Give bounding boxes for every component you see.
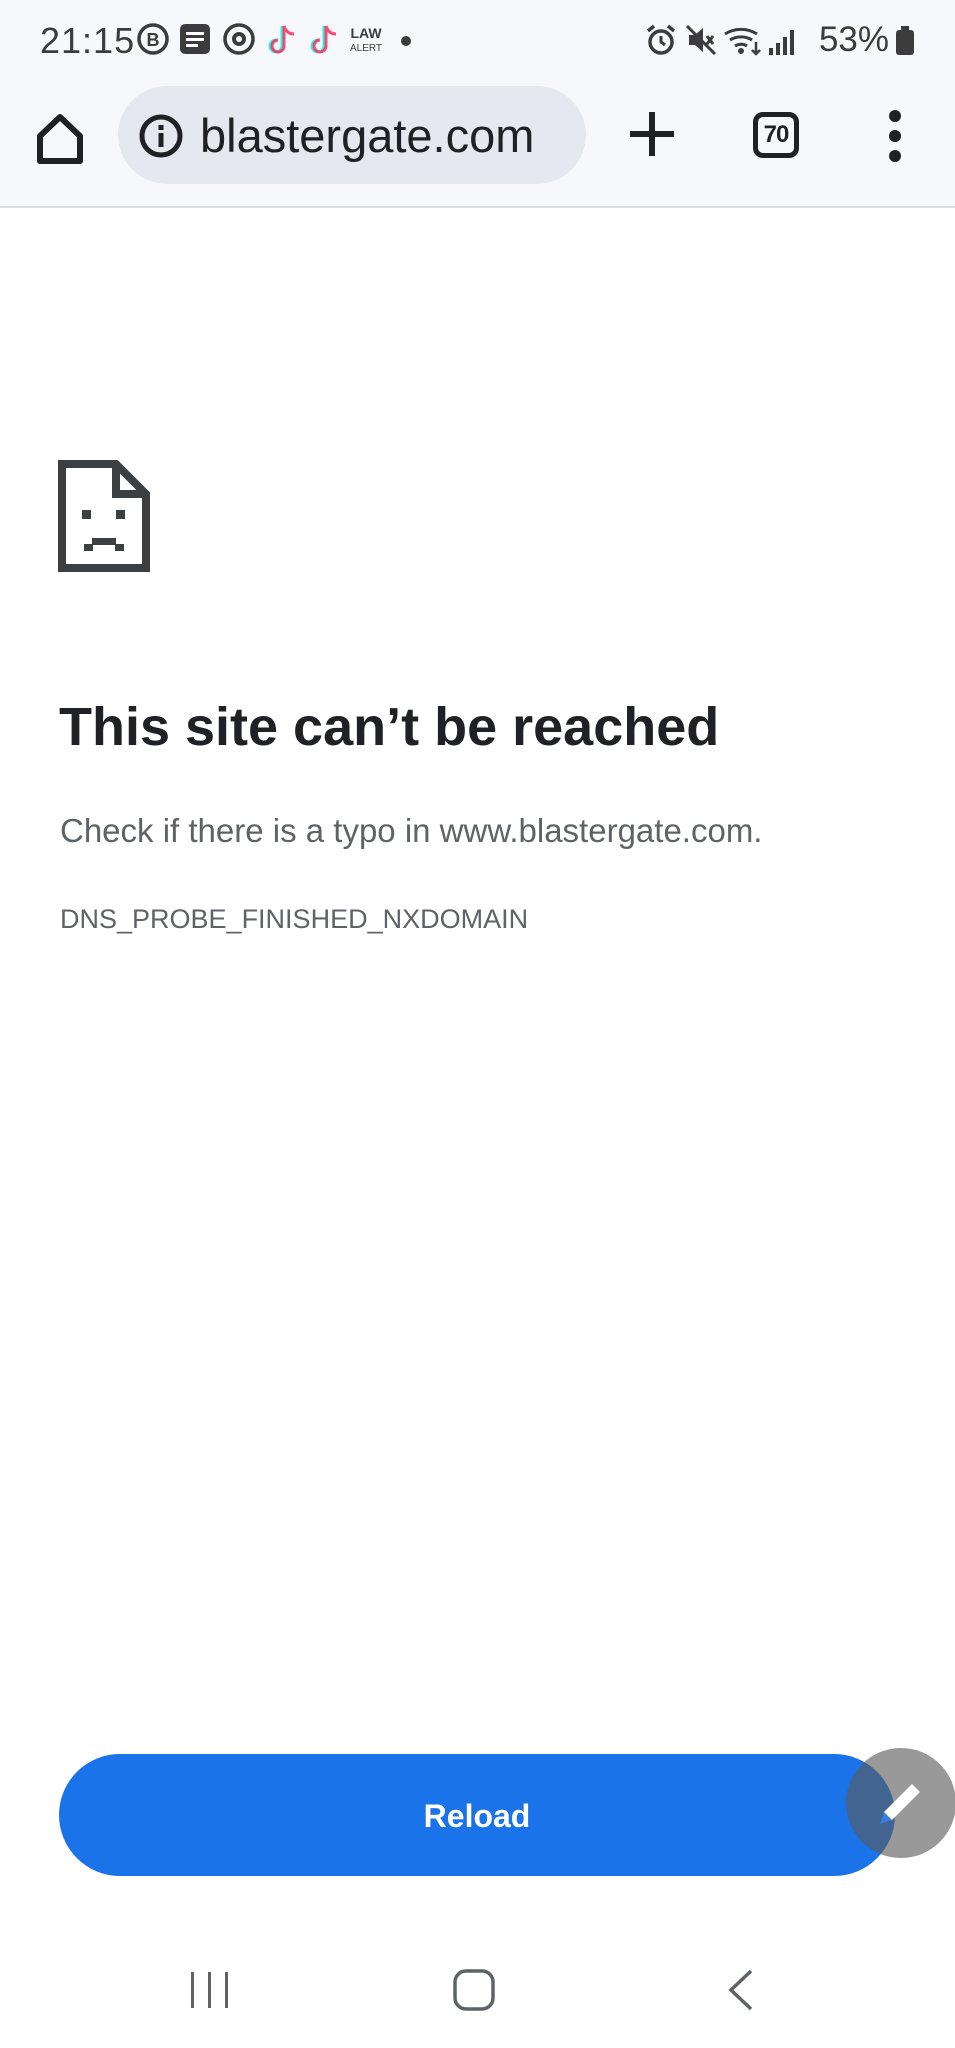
sad-page-icon — [58, 460, 150, 572]
info-icon — [139, 114, 183, 158]
error-title: This site can’t be reached — [59, 697, 720, 757]
status-bar: 21:15 B LAW ALERT 53% — [0, 0, 955, 82]
tab-switcher-button[interactable]: 70 — [753, 112, 799, 158]
tab-count: 70 — [763, 121, 790, 148]
browser-toolbar: blastergate.com 70 — [0, 82, 955, 208]
app-badge-icon — [222, 22, 256, 61]
pencil-icon — [880, 1784, 920, 1824]
error-code[interactable]: DNS_PROBE_FINISHED_NXDOMAIN — [60, 904, 528, 935]
url-text[interactable]: blastergate.com — [200, 108, 534, 163]
error-description: Check if there is a typo in www.blasterg… — [60, 812, 763, 849]
signal-icon — [767, 26, 799, 61]
site-info-button[interactable] — [138, 113, 184, 159]
reload-button[interactable]: Reload — [59, 1754, 895, 1876]
alarm-icon — [645, 24, 677, 61]
tiktok-icon — [264, 22, 298, 63]
recent-apps-button[interactable] — [190, 1970, 230, 2010]
system-nav-bar — [0, 1940, 955, 2048]
more-vertical-icon — [889, 110, 901, 162]
tiktok-icon — [306, 22, 340, 63]
back-chevron-icon — [728, 1969, 753, 2011]
mute-icon — [685, 24, 717, 61]
message-icon — [178, 22, 212, 61]
new-tab-button[interactable] — [626, 108, 678, 160]
battery-percent: 53% — [818, 20, 889, 59]
overflow-menu-button[interactable] — [878, 108, 912, 164]
battery-icon — [895, 26, 915, 61]
svg-text:ALERT: ALERT — [350, 43, 382, 54]
nav-back-button[interactable] — [726, 1968, 756, 2012]
omnibox[interactable]: blastergate.com — [118, 86, 586, 184]
dot-icon — [400, 34, 412, 52]
svg-text:B: B — [147, 30, 160, 50]
home-button[interactable] — [30, 108, 90, 168]
wifi-icon — [723, 24, 763, 61]
plus-icon — [630, 112, 674, 156]
status-time: 21:15 — [40, 20, 136, 61]
home-icon — [37, 114, 83, 164]
nav-home-button[interactable] — [452, 1968, 496, 2012]
recents-icon — [191, 1972, 228, 2008]
edit-fab[interactable] — [846, 1748, 955, 1858]
b-circle-icon: B — [136, 22, 170, 61]
svg-text:LAW: LAW — [350, 25, 382, 41]
nav-home-icon — [453, 1969, 495, 2011]
law-alert-icon: LAW ALERT — [346, 24, 386, 63]
